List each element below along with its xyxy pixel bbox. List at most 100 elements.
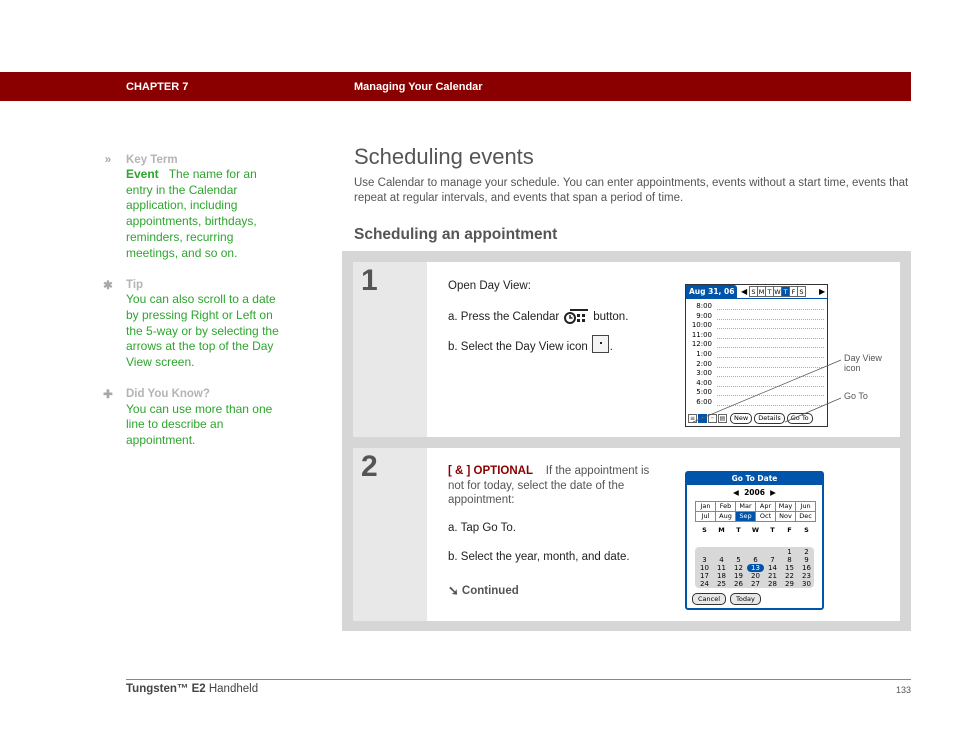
day-cell[interactable]: 12 bbox=[730, 564, 747, 572]
new-button[interactable]: New bbox=[730, 413, 753, 424]
day-cell[interactable]: 5 bbox=[730, 556, 747, 564]
key-term-word: Event bbox=[126, 167, 159, 181]
day-cell[interactable]: 21 bbox=[764, 572, 781, 580]
month-view-icon[interactable]: ▤ bbox=[718, 414, 727, 423]
footer-divider bbox=[126, 679, 911, 680]
time-slot[interactable]: 4:00 bbox=[688, 379, 824, 389]
time-label: 11:00 bbox=[691, 330, 712, 339]
month-button[interactable]: Oct bbox=[755, 511, 776, 522]
day-view-callout-label: Day View icon bbox=[844, 353, 882, 373]
time-slot[interactable]: 10:00 bbox=[688, 321, 824, 331]
key-term-heading: » Key Term bbox=[100, 152, 280, 167]
substep-a-text: a. Press the Calendar bbox=[448, 311, 560, 323]
day-cell[interactable]: 15 bbox=[781, 564, 798, 572]
details-button[interactable]: Details bbox=[754, 413, 785, 424]
weekday-button[interactable]: S bbox=[797, 286, 806, 297]
step-1-substep-b: b. Select the Day View icon . bbox=[448, 335, 613, 356]
time-slot[interactable]: 3:00 bbox=[688, 369, 824, 379]
month-button[interactable]: Aug bbox=[715, 511, 736, 522]
day-cell[interactable]: 1 bbox=[781, 548, 798, 556]
day-cell[interactable]: 19 bbox=[730, 572, 747, 580]
day-cell[interactable]: 10 bbox=[696, 564, 713, 572]
time-slot[interactable]: 2:00 bbox=[688, 360, 824, 370]
continued-link[interactable]: ➘ Continued bbox=[448, 583, 519, 599]
day-cell[interactable]: 20 bbox=[747, 572, 764, 580]
weekday-label: W bbox=[751, 526, 760, 534]
day-cell[interactable]: 2 bbox=[798, 548, 815, 556]
time-label: 5:00 bbox=[696, 388, 712, 397]
next-year-icon[interactable]: ▶ bbox=[770, 488, 776, 497]
step-number: 1 bbox=[361, 264, 378, 297]
time-slot[interactable]: 11:00 bbox=[688, 331, 824, 341]
day-cell[interactable]: 22 bbox=[781, 572, 798, 580]
prev-arrow-icon[interactable]: ◀ bbox=[741, 287, 747, 296]
tip-label: Tip bbox=[126, 278, 144, 291]
month-button[interactable]: Sep bbox=[735, 511, 756, 522]
go-to-date-screenshot: Go To Date ◀ 2006 ▶ Jan Feb Mar Apr May Jun Ju… bbox=[685, 471, 824, 610]
time-label: 2:00 bbox=[696, 359, 712, 368]
day-cell[interactable]: 13 bbox=[747, 564, 764, 572]
time-slot-line bbox=[717, 385, 824, 387]
step-2-lead: [ & ] OPTIONAL If the appointment is not… bbox=[448, 464, 663, 508]
day-cell[interactable]: 3 bbox=[696, 556, 713, 564]
did-you-know-block: ✚ Did You Know? You can use more than on… bbox=[100, 387, 280, 449]
did-you-know-label: Did You Know? bbox=[126, 388, 210, 401]
day-cell[interactable]: 17 bbox=[696, 572, 713, 580]
day-cell[interactable]: 6 bbox=[747, 556, 764, 564]
day-cell[interactable]: 14 bbox=[764, 564, 781, 572]
tip-body: You can also scroll to a date by pressin… bbox=[126, 292, 279, 370]
day-cell[interactable]: 4 bbox=[713, 556, 730, 564]
day-cell[interactable]: 23 bbox=[798, 572, 815, 580]
day-cell[interactable]: 9 bbox=[798, 556, 815, 564]
step-2: 2 [ & ] OPTIONAL If the appointment is n… bbox=[353, 448, 900, 621]
agenda-view-icon[interactable]: ≡ bbox=[688, 414, 697, 423]
step-1: 1 Open Day View: a. Press the Calendar b… bbox=[353, 262, 900, 437]
month-grid: Jan Feb Mar Apr May Jun Jul Aug Sep Oct Nov Dec bbox=[695, 501, 822, 522]
empty-day-cell bbox=[713, 548, 730, 556]
next-arrow-icon[interactable]: ▶ bbox=[819, 287, 825, 296]
weekday-header: SMTWTFS bbox=[696, 526, 822, 534]
day-cell[interactable]: 30 bbox=[798, 580, 815, 588]
tip-block: ✱ Tip You can also scroll to a date by p… bbox=[100, 277, 280, 371]
day-view-toolbar: ≡ · ┄ ▤ New Details Go To bbox=[688, 413, 813, 424]
day-cell[interactable]: 24 bbox=[696, 580, 713, 588]
key-term-block: » Key Term Event The name for an entry i… bbox=[100, 152, 280, 261]
time-slot[interactable]: 5:00 bbox=[688, 388, 824, 398]
calendar-button-icon bbox=[564, 309, 589, 325]
day-view-screenshot: Aug 31, 06 ◀ SMTWTFS ▶ 8:00 9:00 10:00 11:0… bbox=[685, 284, 828, 427]
day-cell[interactable]: 16 bbox=[798, 564, 815, 572]
month-button[interactable]: Jul bbox=[695, 511, 716, 522]
day-cell[interactable]: 26 bbox=[730, 580, 747, 588]
substep-a-suffix: button. bbox=[593, 311, 629, 323]
day-cell[interactable]: 27 bbox=[747, 580, 764, 588]
chapter-label: CHAPTER 7 bbox=[126, 81, 189, 93]
prev-year-icon[interactable]: ◀ bbox=[733, 488, 739, 497]
cancel-button[interactable]: Cancel bbox=[692, 593, 727, 605]
week-view-icon[interactable]: ┄ bbox=[708, 414, 717, 423]
weekday-label: S bbox=[702, 526, 707, 534]
time-slot[interactable]: 8:00 bbox=[688, 302, 824, 312]
time-slot[interactable]: 12:00 bbox=[688, 340, 824, 350]
time-slot[interactable]: 6:00 bbox=[688, 398, 824, 408]
day-view-toggle-icon[interactable]: · bbox=[698, 414, 707, 423]
time-slot[interactable]: 9:00 bbox=[688, 312, 824, 322]
time-label: 4:00 bbox=[696, 378, 712, 387]
tip-heading: ✱ Tip bbox=[100, 277, 280, 292]
day-cell[interactable]: 28 bbox=[764, 580, 781, 588]
day-cell[interactable]: 7 bbox=[764, 556, 781, 564]
today-button[interactable]: Today bbox=[730, 593, 761, 605]
weekday-label: S bbox=[804, 526, 809, 534]
day-cell[interactable]: 18 bbox=[713, 572, 730, 580]
goto-button[interactable]: Go To bbox=[786, 413, 813, 424]
month-button[interactable]: Dec bbox=[795, 511, 816, 522]
time-slot-line bbox=[717, 366, 824, 368]
time-label: 1:00 bbox=[696, 349, 712, 358]
weekday-label: F bbox=[787, 526, 792, 534]
day-cell[interactable]: 11 bbox=[713, 564, 730, 572]
day-cell[interactable]: 25 bbox=[713, 580, 730, 588]
time-slot[interactable]: 1:00 bbox=[688, 350, 824, 360]
month-button[interactable]: Nov bbox=[775, 511, 796, 522]
day-cell[interactable]: 8 bbox=[781, 556, 798, 564]
step-2-substep-b: b. Select the year, month, and date. bbox=[448, 551, 630, 563]
day-cell[interactable]: 29 bbox=[781, 580, 798, 588]
